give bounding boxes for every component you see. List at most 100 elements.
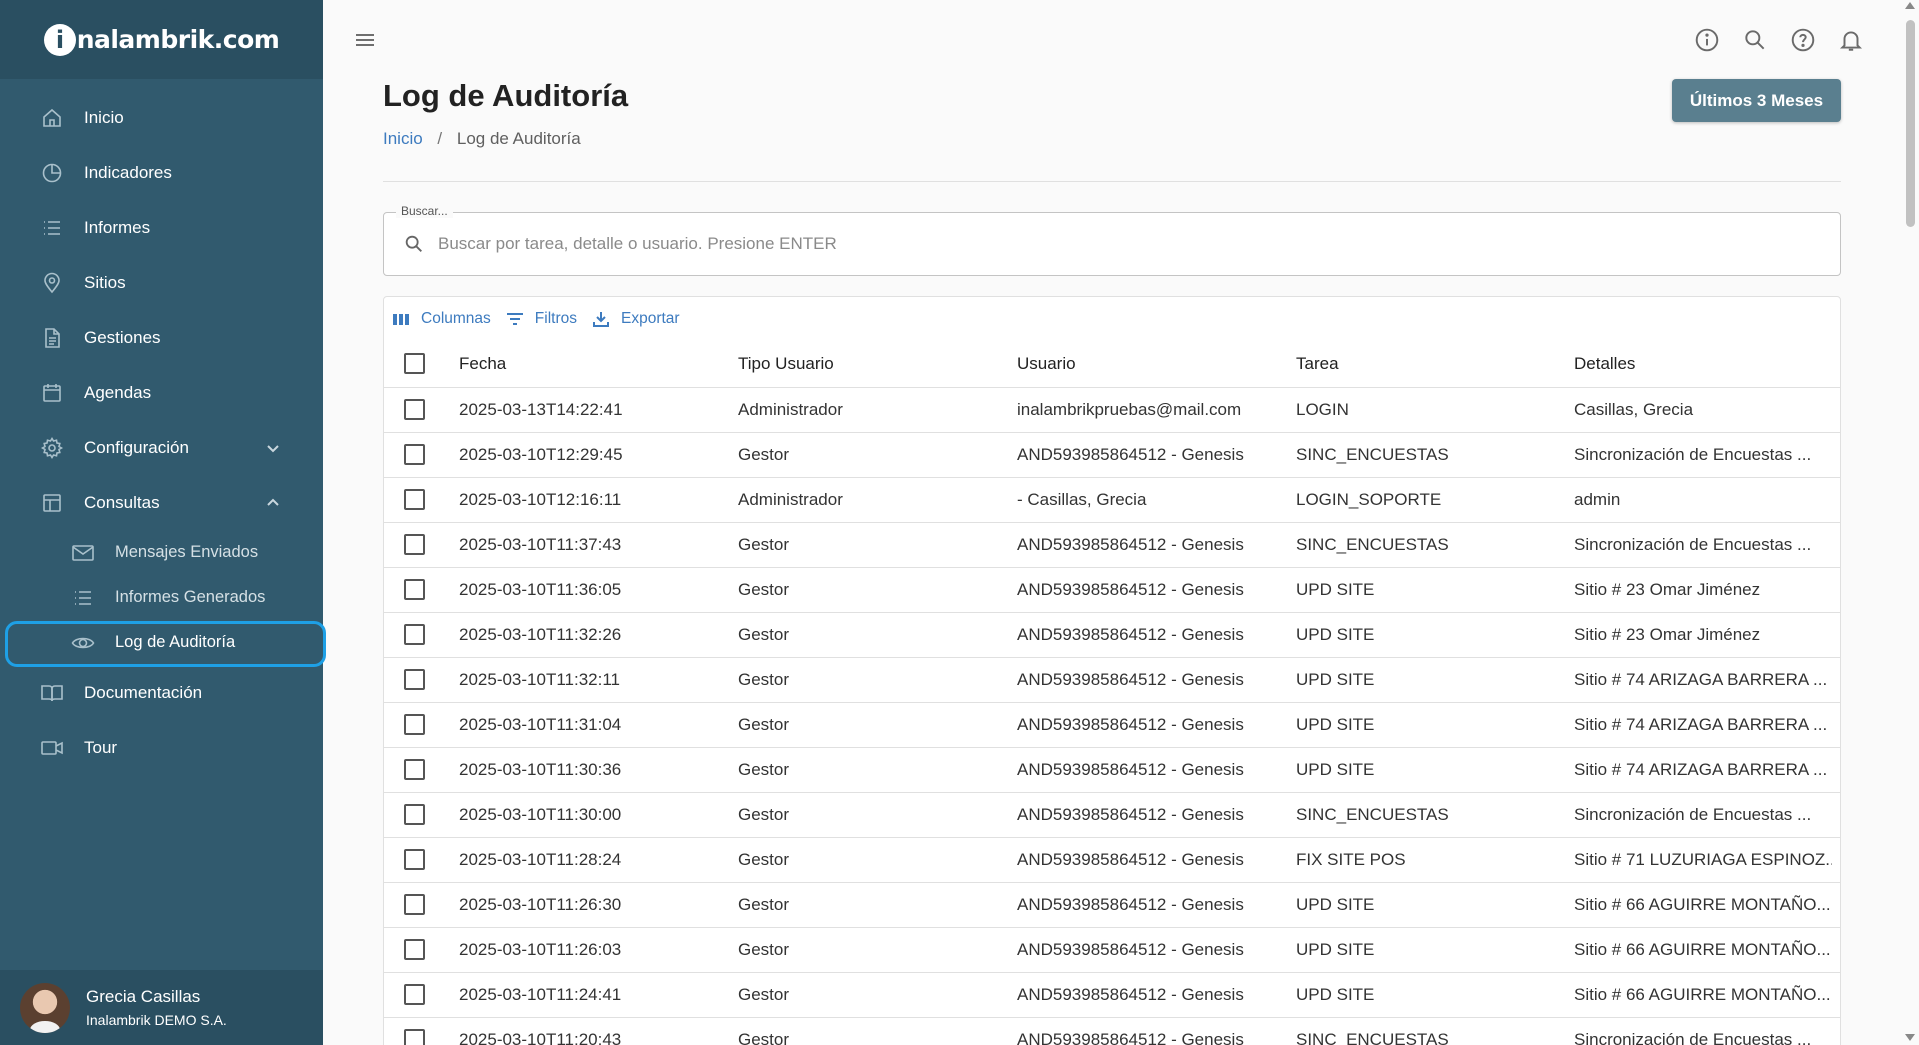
cell-tipo-usuario: Gestor (738, 850, 790, 869)
row-checkbox[interactable] (404, 1029, 425, 1045)
table-row[interactable]: 2025-03-10T11:30:00 Gestor AND593985864512… (384, 793, 1840, 838)
sidebar-item-label: Consultas (84, 492, 160, 512)
help-icon[interactable] (1789, 26, 1817, 54)
row-checkbox[interactable] (404, 399, 425, 420)
menu-toggle-icon[interactable] (353, 28, 377, 52)
sidebar-subitem-mensajes-enviados[interactable]: Mensajes Enviados (0, 530, 323, 575)
logo-area[interactable]: i nalambrik.com (0, 0, 323, 79)
sidebar-item-sitios[interactable]: Sitios (0, 255, 323, 310)
columns-icon (393, 314, 409, 325)
row-checkbox[interactable] (404, 489, 425, 510)
column-header-detalles[interactable]: Detalles (1574, 341, 1832, 387)
cell-usuario: AND593985864512 - Genesis (1017, 895, 1244, 914)
row-checkbox[interactable] (404, 624, 425, 645)
avatar[interactable] (20, 982, 70, 1033)
table-row[interactable]: 2025-03-10T11:24:41 Gestor AND593985864512… (384, 973, 1840, 1018)
info-icon[interactable] (1693, 26, 1721, 54)
table-row[interactable]: 2025-03-10T11:32:11 Gestor AND593985864512… (384, 658, 1840, 703)
table-row[interactable]: 2025-03-10T11:28:24 Gestor AND593985864512… (384, 838, 1840, 883)
user-profile[interactable]: Grecia Casillas Inalambrik DEMO S.A. (0, 970, 323, 1045)
sidebar-item-gestiones[interactable]: Gestiones (0, 310, 323, 365)
table-row[interactable]: 2025-03-10T11:36:05 Gestor AND593985864512… (384, 568, 1840, 613)
cell-usuario: AND593985864512 - Genesis (1017, 670, 1244, 689)
table-row[interactable]: 2025-03-10T11:20:43 Gestor AND593985864512… (384, 1018, 1840, 1045)
export-label: Exportar (620, 310, 680, 327)
column-header-tipo-usuario[interactable]: Tipo Usuario (738, 341, 1008, 387)
cell-usuario: AND593985864512 - Genesis (1017, 625, 1244, 644)
sidebar-item-tour[interactable]: Tour (0, 720, 323, 775)
row-checkbox[interactable] (404, 804, 425, 825)
table-row[interactable]: 2025-03-10T11:37:43 Gestor AND593985864512… (384, 523, 1840, 568)
filters-button[interactable]: Filtros (505, 309, 577, 329)
sidebar-item-agendas[interactable]: Agendas (0, 365, 323, 420)
date-range-button[interactable]: Últimos 3 Meses (1672, 79, 1841, 122)
search-input[interactable] (438, 227, 1818, 261)
row-checkbox[interactable] (404, 849, 425, 870)
cell-tipo-usuario: Gestor (738, 625, 790, 644)
table-row[interactable]: 2025-03-10T11:32:26 Gestor AND593985864512… (384, 613, 1840, 658)
cell-detalles: Sitio # 23 Omar Jiménez (1574, 580, 1761, 599)
columns-button[interactable]: Columnas (391, 309, 491, 329)
row-checkbox[interactable] (404, 579, 425, 600)
cell-tipo-usuario: Gestor (738, 805, 790, 824)
scroll-down-arrow-icon[interactable] (1905, 1034, 1915, 1041)
table-row[interactable]: 2025-03-10T12:16:11 Administrador - Casill… (384, 478, 1840, 523)
sidebar-item-consultas[interactable]: Consultas (0, 475, 323, 530)
search-field[interactable]: Buscar... (383, 204, 1841, 276)
row-checkbox[interactable] (404, 714, 425, 735)
grid-toolbar: Columnas Filtros Exportar (384, 297, 1840, 341)
table-row[interactable]: 2025-03-10T11:26:30 Gestor AND593985864512… (384, 883, 1840, 928)
table-row[interactable]: 2025-03-10T11:31:04 Gestor AND593985864512… (384, 703, 1840, 748)
cell-tarea: UPD SITE (1296, 940, 1375, 959)
cell-tarea: UPD SITE (1296, 895, 1375, 914)
envelope-icon (70, 541, 96, 565)
scrollbar-thumb[interactable] (1906, 20, 1915, 227)
sidebar-item-configuracion[interactable]: Configuración (0, 420, 323, 475)
calendar-icon (40, 381, 64, 405)
row-checkbox[interactable] (404, 984, 425, 1005)
breadcrumb-separator: / (437, 129, 443, 148)
table-row[interactable]: 2025-03-13T14:22:41 Administrador inalambr… (384, 388, 1840, 433)
table-row[interactable]: 2025-03-10T11:26:03 Gestor AND593985864512… (384, 928, 1840, 973)
sidebar: i nalambrik.com Inicio Indicadores Infor… (0, 0, 326, 1045)
bell-icon[interactable] (1837, 26, 1865, 54)
select-all-checkbox[interactable] (404, 353, 425, 374)
logo-text: nalambrik.com (76, 25, 280, 54)
cell-tarea: UPD SITE (1296, 985, 1375, 1004)
column-header-tarea[interactable]: Tarea (1296, 341, 1566, 387)
sidebar-subitem-informes-generados[interactable]: Informes Generados (0, 575, 323, 620)
home-icon (40, 106, 64, 130)
breadcrumb-home-link[interactable]: Inicio (383, 129, 423, 148)
scroll-up-arrow-icon[interactable] (1905, 2, 1915, 9)
row-checkbox[interactable] (404, 669, 425, 690)
page-scrollbar[interactable] (1902, 0, 1919, 1045)
column-header-usuario[interactable]: Usuario (1017, 341, 1287, 387)
row-checkbox[interactable] (404, 759, 425, 780)
sidebar-item-inicio[interactable]: Inicio (0, 90, 323, 145)
search-icon (403, 233, 425, 255)
export-button[interactable]: Exportar (591, 309, 680, 329)
row-checkbox[interactable] (404, 534, 425, 555)
row-checkbox[interactable] (404, 444, 425, 465)
row-checkbox[interactable] (404, 939, 425, 960)
document-icon (40, 326, 64, 350)
table-row[interactable]: 2025-03-10T11:30:36 Gestor AND593985864512… (384, 748, 1840, 793)
sidebar-subitem-log-de-auditoria[interactable]: Log de Auditoría (0, 620, 326, 667)
user-organization: Inalambrik DEMO S.A. (86, 1012, 227, 1028)
table-row[interactable]: 2025-03-10T12:29:45 Gestor AND593985864512… (384, 433, 1840, 478)
row-checkbox[interactable] (404, 894, 425, 915)
column-header-fecha[interactable]: Fecha (459, 341, 729, 387)
cell-tarea: UPD SITE (1296, 715, 1375, 734)
brand-logo[interactable]: i nalambrik.com (43, 23, 280, 56)
sidebar-item-indicadores[interactable]: Indicadores (0, 145, 323, 200)
list-icon (70, 586, 96, 610)
sidebar-item-label: Informes (84, 217, 151, 237)
cell-fecha: 2025-03-10T11:24:41 (459, 985, 622, 1004)
sidebar-item-documentacion[interactable]: Documentación (0, 665, 323, 720)
sidebar-subitem-label: Informes Generados (115, 588, 266, 606)
table-header-row: Fecha Tipo Usuario Usuario Tarea Detalle… (384, 341, 1840, 388)
cell-tipo-usuario: Gestor (738, 715, 790, 734)
sidebar-item-informes[interactable]: Informes (0, 200, 323, 255)
search-icon[interactable] (1741, 26, 1769, 54)
cell-tipo-usuario: Gestor (738, 445, 790, 464)
